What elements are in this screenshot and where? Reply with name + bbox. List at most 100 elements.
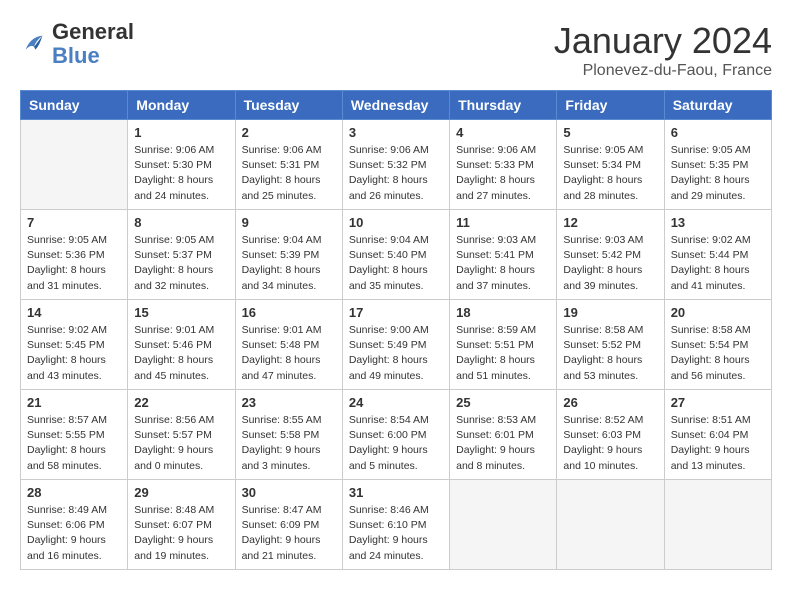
day-info: Sunrise: 8:58 AMSunset: 5:54 PMDaylight:…: [671, 323, 765, 384]
calendar-header-row: SundayMondayTuesdayWednesdayThursdayFrid…: [21, 91, 772, 120]
day-info: Sunrise: 9:02 AMSunset: 5:45 PMDaylight:…: [27, 323, 121, 384]
calendar-day: 4Sunrise: 9:06 AMSunset: 5:33 PMDaylight…: [450, 120, 557, 210]
day-info: Sunrise: 8:49 AMSunset: 6:06 PMDaylight:…: [27, 503, 121, 564]
day-header-saturday: Saturday: [664, 91, 771, 120]
day-header-thursday: Thursday: [450, 91, 557, 120]
day-info: Sunrise: 8:54 AMSunset: 6:00 PMDaylight:…: [349, 413, 443, 474]
day-number: 9: [242, 215, 336, 230]
day-number: 29: [134, 485, 228, 500]
day-header-sunday: Sunday: [21, 91, 128, 120]
day-info: Sunrise: 9:00 AMSunset: 5:49 PMDaylight:…: [349, 323, 443, 384]
day-number: 15: [134, 305, 228, 320]
calendar-day: 31 Sunrise: 8:46 AMSunset: 6:10 PMDayligh…: [342, 480, 449, 570]
logo-blue: Blue: [52, 43, 100, 68]
day-number: 5: [563, 125, 657, 140]
calendar-week-2: 7 Sunrise: 9:05 AMSunset: 5:36 PMDaylight…: [21, 210, 772, 300]
page-header: General Blue January 2024 Plonevez-du-Fa…: [20, 20, 772, 80]
day-info: Sunrise: 9:06 AMSunset: 5:32 PMDaylight:…: [349, 143, 443, 204]
calendar-day: 23Sunrise: 8:55 AMSunset: 5:58 PMDayligh…: [235, 390, 342, 480]
day-number: 6: [671, 125, 765, 140]
day-number: 25: [456, 395, 550, 410]
calendar-day: 20 Sunrise: 8:58 AMSunset: 5:54 PMDayligh…: [664, 300, 771, 390]
day-info: Sunrise: 8:52 AMSunset: 6:03 PMDaylight:…: [563, 413, 657, 474]
day-number: 20: [671, 305, 765, 320]
day-info: Sunrise: 9:06 AMSunset: 5:30 PMDaylight:…: [134, 143, 228, 204]
calendar-day: [21, 120, 128, 210]
calendar-day: 19 Sunrise: 8:58 AMSunset: 5:52 PMDayligh…: [557, 300, 664, 390]
day-info: Sunrise: 9:05 AMSunset: 5:35 PMDaylight:…: [671, 143, 765, 204]
day-info: Sunrise: 9:03 AMSunset: 5:42 PMDaylight:…: [563, 233, 657, 294]
day-number: 31: [349, 485, 443, 500]
calendar-day: [450, 480, 557, 570]
day-number: 22: [134, 395, 228, 410]
calendar-week-1: 1 Sunrise: 9:06 AMSunset: 5:30 PMDaylight…: [21, 120, 772, 210]
calendar-day: 18 Sunrise: 8:59 AMSunset: 5:51 PMDayligh…: [450, 300, 557, 390]
day-header-monday: Monday: [128, 91, 235, 120]
day-number: 24: [349, 395, 443, 410]
day-info: Sunrise: 9:04 AMSunset: 5:39 PMDaylight:…: [242, 233, 336, 294]
day-number: 16: [242, 305, 336, 320]
title-block: January 2024 Plonevez-du-Faou, France: [554, 20, 772, 80]
calendar-day: 3 Sunrise: 9:06 AMSunset: 5:32 PMDaylight…: [342, 120, 449, 210]
calendar-day: 7 Sunrise: 9:05 AMSunset: 5:36 PMDaylight…: [21, 210, 128, 300]
day-info: Sunrise: 8:58 AMSunset: 5:52 PMDaylight:…: [563, 323, 657, 384]
calendar-week-3: 14 Sunrise: 9:02 AMSunset: 5:45 PMDayligh…: [21, 300, 772, 390]
day-number: 27: [671, 395, 765, 410]
day-info: Sunrise: 8:48 AMSunset: 6:07 PMDaylight:…: [134, 503, 228, 564]
calendar-day: 13 Sunrise: 9:02 AMSunset: 5:44 PMDayligh…: [664, 210, 771, 300]
calendar-day: 12Sunrise: 9:03 AMSunset: 5:42 PMDayligh…: [557, 210, 664, 300]
day-number: 28: [27, 485, 121, 500]
month-title: January 2024: [554, 20, 772, 62]
day-info: Sunrise: 9:06 AMSunset: 5:31 PMDaylight:…: [242, 143, 336, 204]
day-number: 13: [671, 215, 765, 230]
day-number: 11: [456, 215, 550, 230]
day-number: 23: [242, 395, 336, 410]
day-number: 14: [27, 305, 121, 320]
calendar-day: 5 Sunrise: 9:05 AMSunset: 5:34 PMDaylight…: [557, 120, 664, 210]
day-info: Sunrise: 9:05 AMSunset: 5:34 PMDaylight:…: [563, 143, 657, 204]
day-number: 18: [456, 305, 550, 320]
day-number: 10: [349, 215, 443, 230]
day-number: 1: [134, 125, 228, 140]
day-number: 2: [242, 125, 336, 140]
day-info: Sunrise: 8:56 AMSunset: 5:57 PMDaylight:…: [134, 413, 228, 474]
day-info: Sunrise: 9:05 AMSunset: 5:36 PMDaylight:…: [27, 233, 121, 294]
calendar-day: 22 Sunrise: 8:56 AMSunset: 5:57 PMDayligh…: [128, 390, 235, 480]
day-number: 19: [563, 305, 657, 320]
calendar-day: 27Sunrise: 8:51 AMSunset: 6:04 PMDayligh…: [664, 390, 771, 480]
day-info: Sunrise: 8:59 AMSunset: 5:51 PMDaylight:…: [456, 323, 550, 384]
calendar-day: 9 Sunrise: 9:04 AMSunset: 5:39 PMDaylight…: [235, 210, 342, 300]
day-info: Sunrise: 8:46 AMSunset: 6:10 PMDaylight:…: [349, 503, 443, 564]
day-info: Sunrise: 9:03 AMSunset: 5:41 PMDaylight:…: [456, 233, 550, 294]
day-number: 21: [27, 395, 121, 410]
location-subtitle: Plonevez-du-Faou, France: [554, 62, 772, 80]
calendar-day: 15 Sunrise: 9:01 AMSunset: 5:46 PMDayligh…: [128, 300, 235, 390]
day-number: 3: [349, 125, 443, 140]
calendar-day: 6 Sunrise: 9:05 AMSunset: 5:35 PMDaylight…: [664, 120, 771, 210]
calendar-day: 17 Sunrise: 9:00 AMSunset: 5:49 PMDayligh…: [342, 300, 449, 390]
day-info: Sunrise: 9:01 AMSunset: 5:46 PMDaylight:…: [134, 323, 228, 384]
day-number: 26: [563, 395, 657, 410]
calendar-day: 30Sunrise: 8:47 AMSunset: 6:09 PMDayligh…: [235, 480, 342, 570]
day-header-friday: Friday: [557, 91, 664, 120]
day-info: Sunrise: 9:02 AMSunset: 5:44 PMDaylight:…: [671, 233, 765, 294]
day-number: 17: [349, 305, 443, 320]
day-info: Sunrise: 9:05 AMSunset: 5:37 PMDaylight:…: [134, 233, 228, 294]
calendar-day: 21 Sunrise: 8:57 AMSunset: 5:55 PMDayligh…: [21, 390, 128, 480]
calendar-day: 8 Sunrise: 9:05 AMSunset: 5:37 PMDaylight…: [128, 210, 235, 300]
day-number: 30: [242, 485, 336, 500]
calendar-day: 25 Sunrise: 8:53 AMSunset: 6:01 PMDayligh…: [450, 390, 557, 480]
calendar-week-4: 21 Sunrise: 8:57 AMSunset: 5:55 PMDayligh…: [21, 390, 772, 480]
calendar-day: 2 Sunrise: 9:06 AMSunset: 5:31 PMDaylight…: [235, 120, 342, 210]
calendar-day: 1 Sunrise: 9:06 AMSunset: 5:30 PMDaylight…: [128, 120, 235, 210]
day-number: 8: [134, 215, 228, 230]
day-info: Sunrise: 8:53 AMSunset: 6:01 PMDaylight:…: [456, 413, 550, 474]
day-info: Sunrise: 8:57 AMSunset: 5:55 PMDaylight:…: [27, 413, 121, 474]
calendar-day: 28 Sunrise: 8:49 AMSunset: 6:06 PMDayligh…: [21, 480, 128, 570]
logo-text: General Blue: [52, 20, 134, 68]
calendar-day: 16Sunrise: 9:01 AMSunset: 5:48 PMDayligh…: [235, 300, 342, 390]
logo-bird-icon: [20, 30, 48, 58]
day-header-tuesday: Tuesday: [235, 91, 342, 120]
day-info: Sunrise: 9:06 AMSunset: 5:33 PMDaylight:…: [456, 143, 550, 204]
day-number: 7: [27, 215, 121, 230]
